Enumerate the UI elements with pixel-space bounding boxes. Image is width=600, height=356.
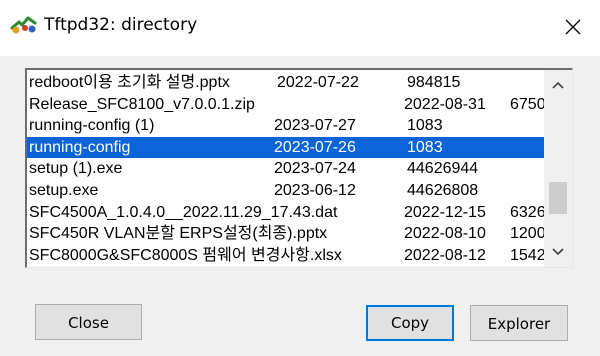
list-item[interactable]: running-config (1) 2023-07-27 1083	[27, 115, 544, 136]
file-name: SFC450R VLAN분할 ERPS설정(최종).pptx	[29, 225, 328, 243]
file-size: 632625	[510, 203, 544, 221]
file-size: 120037	[510, 225, 544, 243]
list-item[interactable]: running-config 2023-07-26 1083	[27, 136, 544, 158]
file-name: Release_SFC8100_v7.0.0.1.zip	[29, 95, 255, 113]
file-size: 984815	[407, 74, 461, 91]
vertical-scrollbar[interactable]	[544, 70, 572, 267]
dialog-body: redboot이용 초기화 설명.pptx 2022-07-22 984815 Rel…	[0, 56, 600, 356]
file-size: 154265	[510, 246, 544, 264]
list-item[interactable]: SFC450R VLAN분할 ERPS설정(최종).pptx 2022-08-10…	[27, 223, 544, 244]
file-name: running-config (1)	[29, 117, 155, 135]
file-list[interactable]: redboot이용 초기화 설명.pptx 2022-07-22 984815 Rel…	[25, 68, 573, 268]
tftpd32-app-icon	[10, 16, 37, 34]
file-size: 44626808	[407, 182, 479, 199]
file-name: setup.exe	[29, 182, 99, 199]
file-list-rows: redboot이용 초기화 설명.pptx 2022-07-22 984815 Rel…	[27, 70, 544, 267]
window-title: Tftpd32: directory	[44, 15, 198, 35]
explorer-button[interactable]: Explorer	[470, 305, 568, 341]
list-item[interactable]: redboot이용 초기화 설명.pptx 2022-07-22 984815	[27, 72, 544, 93]
file-size: 44626944	[407, 160, 479, 178]
list-item[interactable]: Release_SFC8100_v7.0.0.1.zip 2022-08-31 67…	[27, 94, 544, 115]
close-button[interactable]: Close	[35, 304, 142, 340]
file-date: 2023-07-26	[274, 138, 356, 156]
list-item[interactable]: SFC4500A_1.0.4.0__2022.11.29_17.43.dat 20…	[27, 202, 544, 223]
file-date: 2022-08-12	[404, 246, 486, 264]
file-date: 2022-12-15	[404, 203, 486, 221]
file-date: 2022-08-31	[404, 95, 486, 113]
file-name: SFC4500A_1.0.4.0__2022.11.29_17.43.dat	[29, 203, 338, 221]
file-size: 675091	[510, 95, 544, 113]
close-icon[interactable]	[560, 14, 586, 40]
file-date: 2022-08-10	[404, 225, 486, 243]
list-item[interactable]: setup.exe 2023-06-12 44626808	[27, 180, 544, 201]
chevron-up-icon[interactable]	[544, 72, 572, 98]
file-date: 2023-07-24	[274, 160, 356, 178]
chevron-down-icon[interactable]	[544, 239, 572, 265]
file-size: 1083	[407, 117, 443, 135]
list-item[interactable]: setup (1).exe 2023-07-24 44626944	[27, 158, 544, 179]
list-item[interactable]: SFC8000G&SFC8000S 펌웨어 변경사항.xlsx 2022-08-1…	[27, 245, 544, 266]
file-name: SFC8000G&SFC8000S 펌웨어 변경사항.xlsx	[29, 246, 342, 264]
file-date: 2023-06-12	[274, 182, 356, 199]
file-name: running-config	[29, 138, 131, 156]
scrollbar-thumb[interactable]	[549, 182, 567, 214]
file-date: 2022-07-22	[277, 74, 359, 91]
file-name: setup (1).exe	[29, 160, 123, 178]
file-size: 1083	[407, 138, 443, 156]
file-date: 2023-07-27	[274, 117, 356, 135]
title-bar: Tftpd32: directory	[0, 0, 600, 56]
file-name: redboot이용 초기화 설명.pptx	[29, 74, 230, 91]
copy-button[interactable]: Copy	[366, 305, 454, 341]
